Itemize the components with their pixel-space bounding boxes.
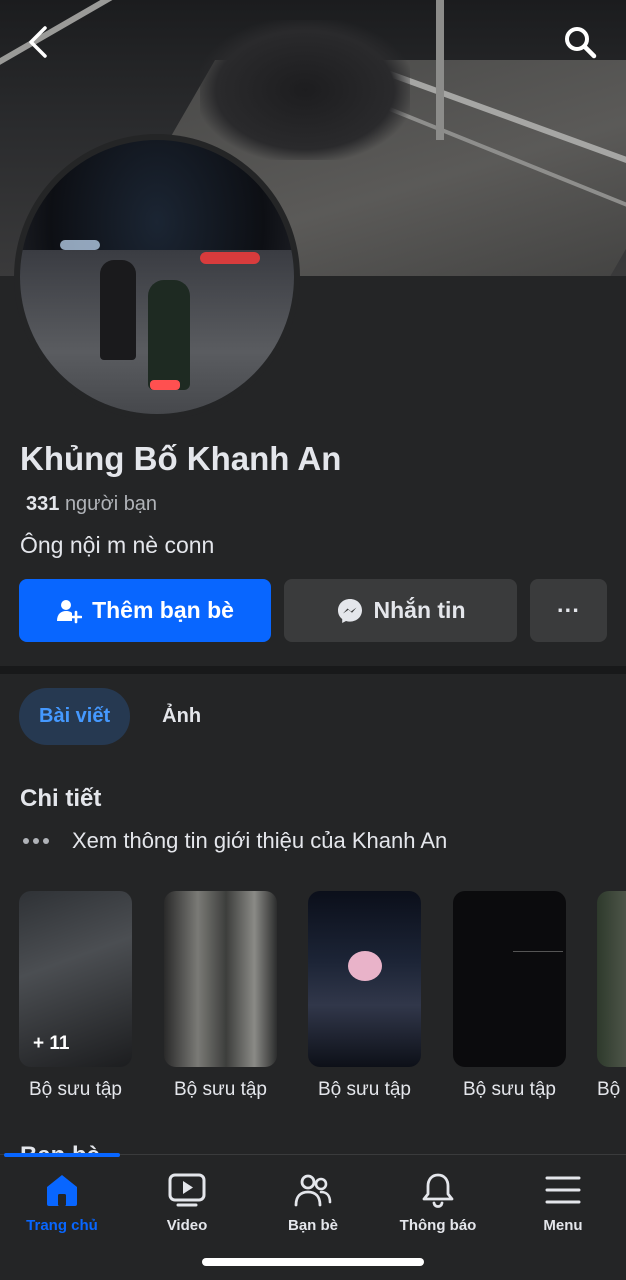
tab-photos[interactable]: Ảnh	[142, 688, 221, 745]
collection-thumbnail	[308, 891, 421, 1067]
nav-label: Bạn bè	[287, 1217, 338, 1234]
ellipsis-icon	[23, 838, 49, 844]
home-indicator[interactable]	[202, 1258, 424, 1266]
collection-item[interactable]: Bộ sưu tập	[308, 891, 421, 1101]
menu-icon	[545, 1176, 581, 1204]
friend-count-label: người bạn	[64, 493, 158, 515]
avatar-light	[200, 252, 260, 264]
back-button[interactable]	[16, 20, 60, 64]
collection-thumbnail	[164, 891, 277, 1067]
nav-label: Video	[166, 1217, 208, 1234]
video-icon	[168, 1173, 206, 1207]
see-intro-label: Xem thông tin giới thiệu của Khanh An	[72, 828, 448, 853]
more-button[interactable]: ···	[530, 579, 607, 642]
nav-label: Menu	[543, 1217, 583, 1234]
nav-label: Thông báo	[399, 1217, 477, 1234]
nav-friends[interactable]: Bạn bè	[258, 1171, 368, 1234]
add-friend-icon	[57, 599, 83, 623]
nav-label: Trang chủ	[26, 1217, 98, 1234]
home-icon	[47, 1175, 77, 1206]
collection-thumbnail	[597, 891, 626, 1067]
profile-name: Khủng Bố Khanh An	[20, 440, 342, 477]
more-icon: ···	[557, 597, 580, 623]
collection-thumbnail: + 11	[19, 891, 132, 1067]
avatar-person	[148, 280, 190, 390]
avatar-person	[100, 260, 136, 360]
tab-posts[interactable]: Bài viết	[19, 688, 131, 745]
tab-label: Ảnh	[162, 705, 202, 727]
avatar-light	[60, 240, 100, 250]
messenger-icon	[337, 598, 362, 623]
add-friend-button[interactable]: Thêm bạn bè	[19, 579, 271, 642]
message-button[interactable]: Nhắn tin	[284, 579, 517, 642]
search-icon	[565, 27, 597, 59]
nav-notifications[interactable]: Thông báo	[383, 1171, 493, 1234]
collection-item[interactable]: + 11 Bộ sưu tập	[19, 891, 132, 1101]
profile-avatar[interactable]	[14, 134, 300, 420]
thumbnail-line	[513, 951, 563, 952]
add-friend-label: Thêm bạn bè	[92, 597, 234, 623]
avatar-taillight	[150, 380, 180, 390]
collection-label: Bộ	[597, 1079, 621, 1100]
friend-count-number: 331	[26, 493, 60, 515]
collection-label: Bộ sưu tập	[318, 1079, 411, 1100]
chevron-left-icon	[29, 26, 47, 58]
tab-label: Bài viết	[39, 705, 111, 727]
cover-pole	[436, 0, 444, 140]
message-label: Nhắn tin	[373, 597, 466, 623]
details-title: Chi tiết	[20, 785, 102, 812]
avatar-photo	[20, 140, 294, 414]
search-button[interactable]	[558, 20, 602, 64]
collection-item[interactable]: Bộ sưu tập	[453, 891, 566, 1101]
collection-item[interactable]: Bộ	[597, 891, 626, 1101]
collection-label: Bộ sưu tập	[463, 1079, 556, 1100]
profile-bio: Ông nội m nè conn	[20, 532, 215, 558]
active-tab-indicator	[4, 1153, 120, 1157]
collection-count: + 11	[33, 1033, 70, 1054]
cover-people	[200, 20, 410, 160]
nav-menu[interactable]: Menu	[508, 1171, 618, 1234]
collection-label: Bộ sưu tập	[29, 1079, 122, 1100]
see-intro-link[interactable]: Xem thông tin giới thiệu của Khanh An	[22, 828, 447, 854]
bell-icon	[422, 1173, 454, 1208]
collection-item[interactable]: Bộ sưu tập	[164, 891, 277, 1101]
friend-count[interactable]: 331 người bạn	[26, 493, 157, 516]
collection-label: Bộ sưu tập	[174, 1079, 267, 1100]
collections-carousel[interactable]: + 11 Bộ sưu tập Bộ sưu tập Bộ sưu tập Bộ…	[19, 891, 626, 1111]
nav-video[interactable]: Video	[132, 1171, 242, 1234]
friends-icon	[294, 1174, 332, 1207]
collection-thumbnail	[453, 891, 566, 1067]
thumbnail-subject	[348, 951, 382, 981]
profile-tabs: Bài viết Ảnh	[19, 688, 221, 745]
section-divider	[0, 666, 626, 674]
nav-home[interactable]: Trang chủ	[7, 1171, 117, 1234]
